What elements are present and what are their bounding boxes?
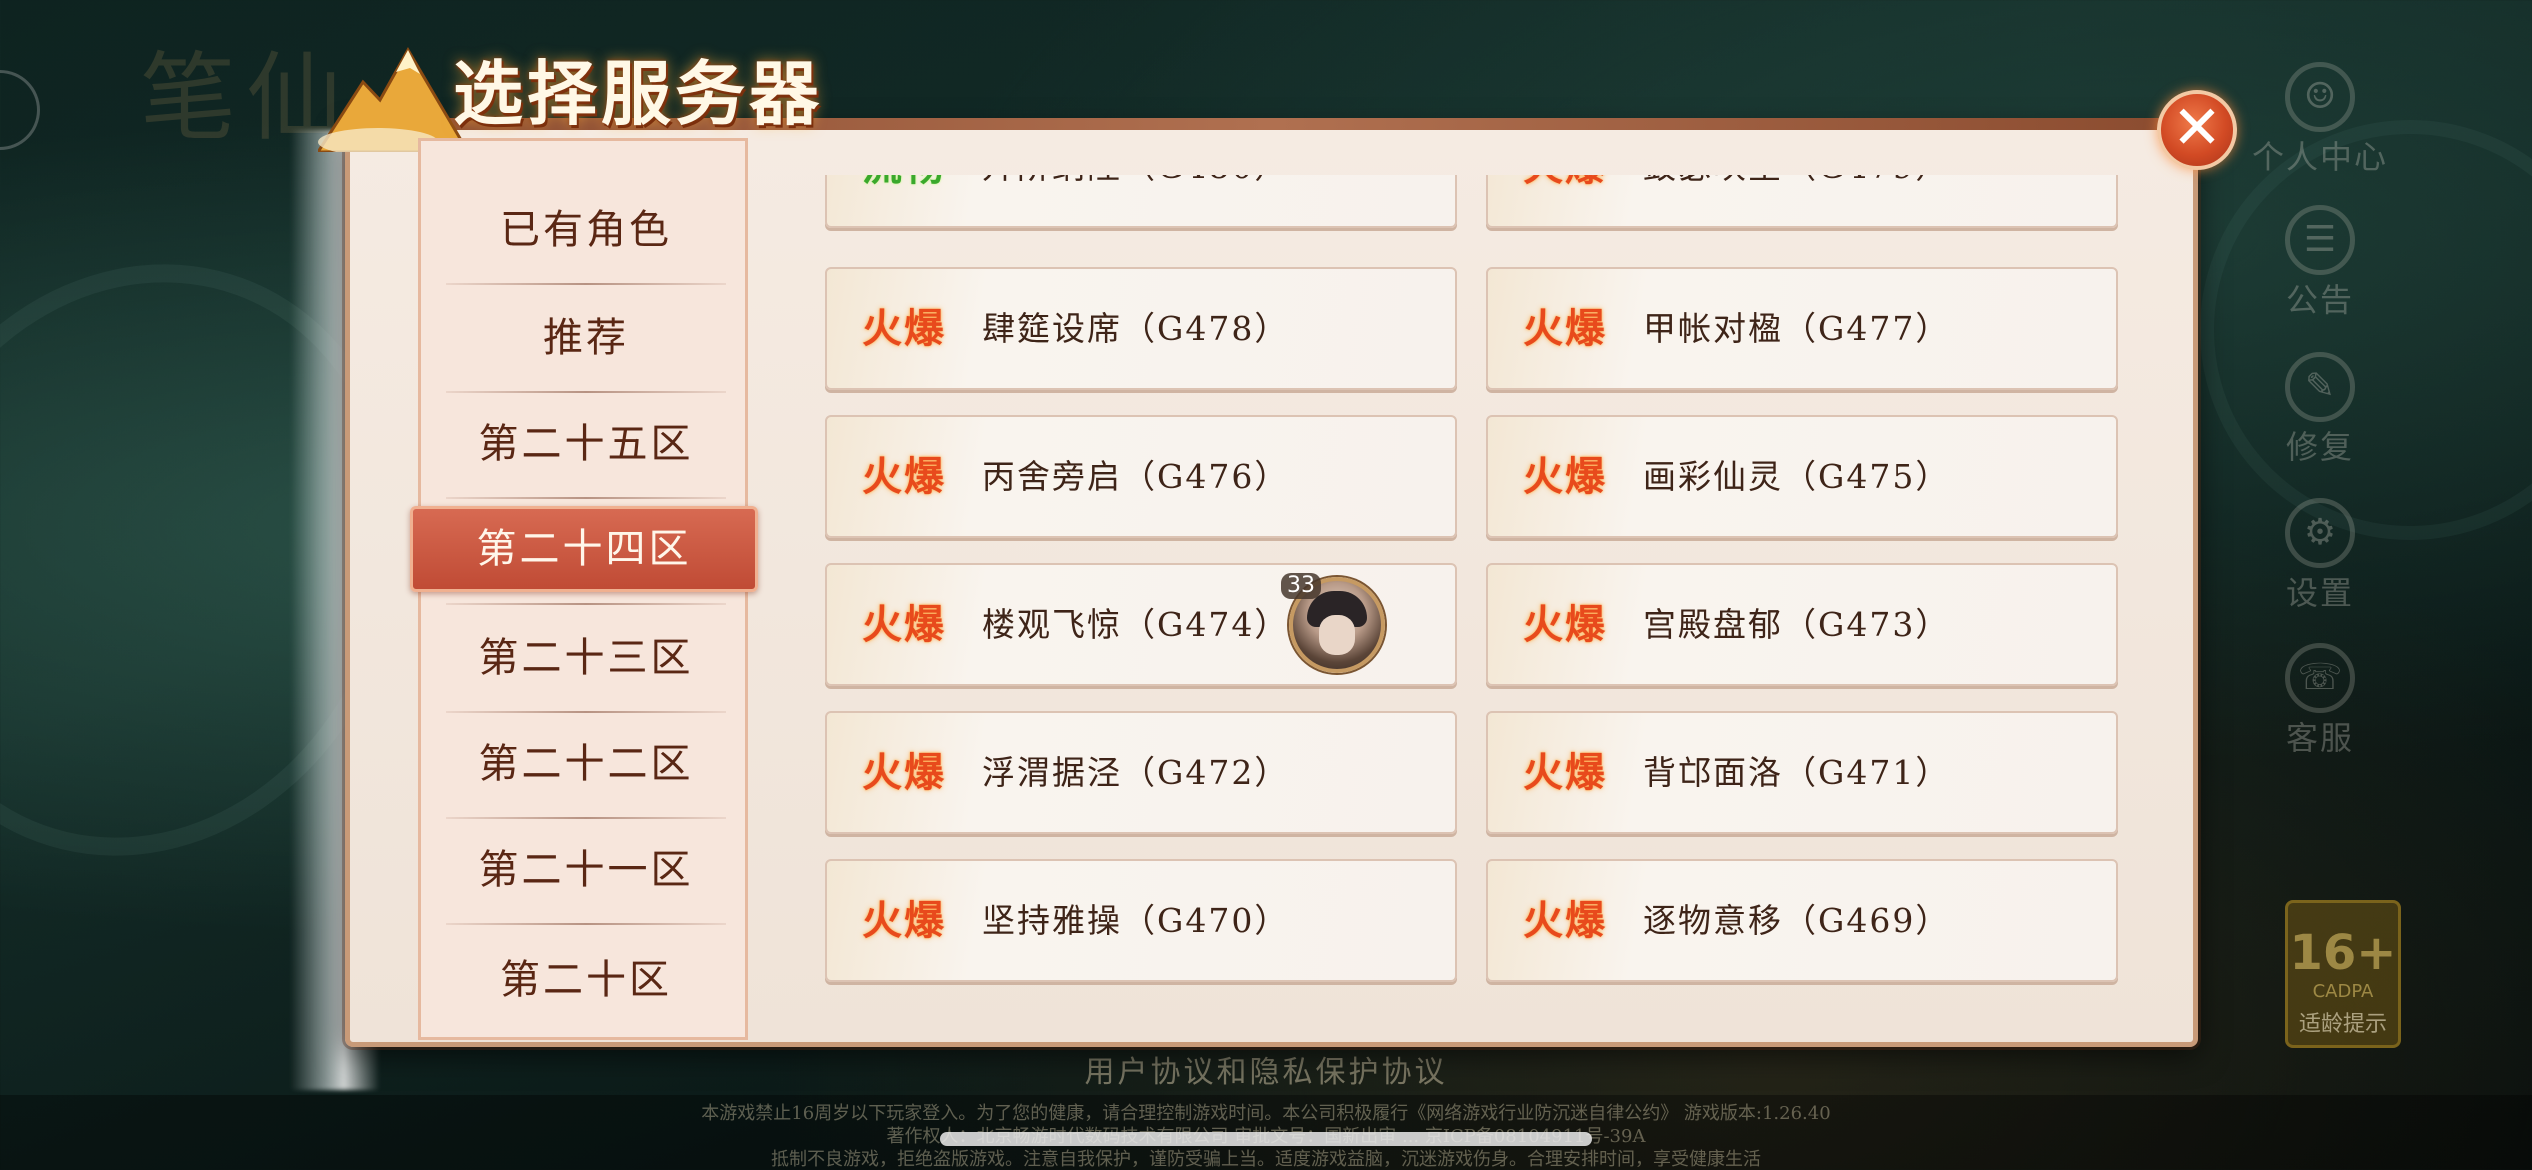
- server-card[interactable]: 火爆 丙舍旁启（G476）: [825, 415, 1457, 538]
- server-status-badge: 火爆: [1523, 897, 1607, 944]
- server-card[interactable]: 火爆 甲帐对楹（G477）: [1486, 267, 2118, 390]
- close-button[interactable]: ✕: [2157, 90, 2237, 170]
- server-name: 画彩仙灵（G475）: [1643, 457, 1951, 496]
- background-art: [2200, 120, 2532, 540]
- settings-button[interactable]: ⚙ 设置: [2270, 498, 2370, 614]
- zone-divider: [446, 923, 726, 925]
- server-name: 楼观飞惊（G474）: [982, 605, 1290, 644]
- server-card[interactable]: 火爆 浮渭据泾（G472）: [825, 711, 1457, 834]
- notice-label: 公告: [2285, 281, 2354, 319]
- server-card[interactable]: 火爆 画彩仙灵（G475）: [1486, 415, 2118, 538]
- close-icon: ✕: [2171, 93, 2223, 163]
- server-card[interactable]: 火爆 逐物意移（G469）: [1486, 859, 2118, 982]
- zone-item-25[interactable]: 第二十五区: [421, 391, 745, 497]
- footer-health-line: 抵制不良游戏，拒绝盗版游戏。注意自我保护，谨防受骗上当。适度游戏益脑，沉迷游戏伤…: [771, 1149, 1761, 1170]
- server-status-badge: 火爆: [862, 453, 946, 500]
- gear-icon: ⚙: [2285, 498, 2355, 568]
- server-list: 流畅 升阶纳陛（G480） 火爆 鼓瑟吹笙（G479） 火爆 肆筵设席（G478…: [800, 175, 2140, 1030]
- age-rating-badge[interactable]: 16+ CADPA 适龄提示: [2285, 900, 2401, 1048]
- server-card[interactable]: 流畅 升阶纳陛（G480）: [825, 175, 1457, 228]
- notice-button[interactable]: ☰ 公告: [2270, 205, 2370, 321]
- customer-service-button[interactable]: ☏ 客服: [2270, 643, 2370, 759]
- zone-divider: [446, 497, 726, 499]
- server-name: 鼓瑟吹笙（G479）: [1643, 175, 1950, 227]
- server-card[interactable]: 火爆 鼓瑟吹笙（G479）: [1486, 175, 2118, 228]
- server-status-badge: 火爆: [1523, 175, 1607, 227]
- server-name: 甲帐对楹（G477）: [1643, 309, 1951, 348]
- settings-label: 设置: [2285, 574, 2354, 612]
- age-rating-org: CADPA: [2312, 981, 2374, 1002]
- zone-item-24-selected[interactable]: 第二十四区: [410, 506, 758, 592]
- server-status-badge: 火爆: [862, 749, 946, 796]
- server-name: 背邙面洛（G471）: [1643, 753, 1951, 792]
- character-level-badge: 33: [1281, 573, 1321, 599]
- wrench-icon: ✎: [2285, 352, 2355, 422]
- notice-icon: ☰: [2285, 205, 2355, 275]
- server-name: 逐物意移（G469）: [1643, 901, 1951, 940]
- mountain-icon: [318, 46, 468, 152]
- server-status-badge: 火爆: [1523, 601, 1607, 648]
- server-name: 肆筵设席（G478）: [982, 309, 1290, 348]
- zone-item-23[interactable]: 第二十三区: [421, 605, 745, 711]
- server-status-badge: 火爆: [862, 897, 946, 944]
- server-card[interactable]: 火爆 背邙面洛（G471）: [1486, 711, 2118, 834]
- zone-item-20[interactable]: 第二十区: [421, 927, 745, 1033]
- repair-label: 修复: [2285, 428, 2354, 466]
- avatar-face: [1319, 615, 1355, 655]
- server-name: 丙舍旁启（G476）: [982, 457, 1290, 496]
- server-name: 坚持雅操（G470）: [982, 901, 1290, 940]
- server-status-badge: 流畅: [862, 175, 946, 227]
- age-rating-value: 16+: [2289, 925, 2397, 981]
- server-status-badge: 火爆: [1523, 749, 1607, 796]
- zone-item-22[interactable]: 第二十二区: [421, 711, 745, 817]
- server-status-badge: 火爆: [862, 601, 946, 648]
- zone-item-21[interactable]: 第二十一区: [421, 817, 745, 923]
- zone-item-recommended[interactable]: 推荐: [421, 285, 745, 391]
- server-name: 宫殿盘郁（G473）: [1643, 605, 1951, 644]
- home-indicator[interactable]: [940, 1132, 1592, 1146]
- profile-button[interactable]: ☺ 个人中心: [2252, 62, 2386, 178]
- service-label: 客服: [2285, 719, 2354, 757]
- server-card[interactable]: 火爆 楼观飞惊（G474） 33: [825, 563, 1457, 686]
- server-name: 升阶纳陛（G480）: [982, 175, 1289, 227]
- server-card[interactable]: 火爆 肆筵设席（G478）: [825, 267, 1457, 390]
- server-card[interactable]: 火爆 坚持雅操（G470）: [825, 859, 1457, 982]
- server-status-badge: 火爆: [862, 305, 946, 352]
- zone-item-owned-roles[interactable]: 已有角色: [421, 177, 745, 283]
- age-rating-tip: 适龄提示: [2298, 1012, 2387, 1037]
- server-name: 浮渭据泾（G472）: [982, 753, 1290, 792]
- dialog-title: 选择服务器: [453, 52, 823, 135]
- flower-icon: [0, 70, 40, 150]
- profile-label: 个人中心: [2251, 138, 2388, 176]
- server-card[interactable]: 火爆 宫殿盘郁（G473）: [1486, 563, 2118, 686]
- server-status-badge: 火爆: [1523, 305, 1607, 352]
- repair-button[interactable]: ✎ 修复: [2270, 352, 2370, 468]
- user-icon: ☺: [2285, 62, 2355, 132]
- server-status-badge: 火爆: [1523, 453, 1607, 500]
- headset-icon: ☏: [2285, 643, 2355, 713]
